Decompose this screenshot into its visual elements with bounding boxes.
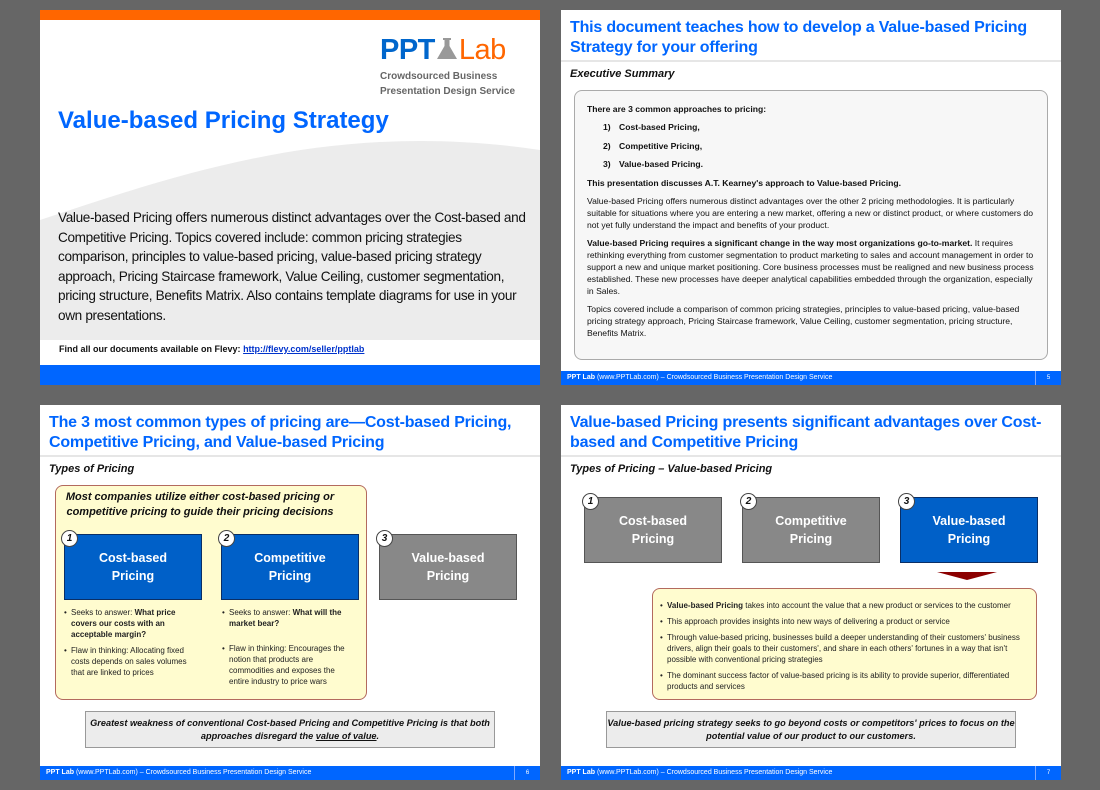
slide-2-executive-summary: This document teaches how to develop a V… (561, 10, 1061, 385)
executive-summary-box: There are 3 common approaches to pricing… (574, 90, 1048, 360)
flevy-note: Find all our documents available on Flev… (59, 344, 365, 354)
flevy-link[interactable]: http://flevy.com/seller/pptlab (243, 344, 364, 354)
approach-item: 2) Competitive Pricing, (603, 140, 703, 151)
approach-item: 3) Value-based Pricing. (603, 159, 704, 169)
slide-title: This document teaches how to develop a V… (570, 19, 1027, 56)
pptlab-logo: PPT Lab (380, 34, 506, 66)
value-based-box: Value-based Pricing (379, 534, 517, 600)
page-number: 5 (1035, 371, 1061, 385)
number-badge: 2 (218, 530, 235, 547)
slide-title: The 3 most common types of pricing are—C… (49, 414, 512, 451)
title-divider (40, 455, 540, 457)
competitive-box: Competitive Pricing (221, 534, 359, 600)
slide-footer: PPT Lab (www.PPTLab.com) – Crowdsourced … (561, 766, 1061, 780)
slide-subtitle: Types of Pricing (49, 463, 135, 475)
box-heading: Most companies utilize either cost-based… (65, 491, 335, 518)
title-divider (561, 455, 1061, 457)
approach-item: 1) Cost-based Pricing, (603, 122, 700, 132)
slide-4-value-based-pricing: Value-based Pricing presents significant… (561, 405, 1061, 780)
slide-footer: PPT Lab (www.PPTLab.com) – Crowdsourced … (40, 766, 540, 780)
orange-top-bar (40, 10, 540, 20)
slide-footer: PPT Lab (www.PPTLab.com) – Crowdsourced … (561, 371, 1061, 385)
number-badge: 1 (61, 530, 78, 547)
number-badge: 3 (376, 530, 393, 547)
cost-based-box: Cost-based Pricing (64, 534, 202, 600)
value-based-bullets: Value-based Pricing takes into account t… (660, 600, 1030, 697)
flask-icon (436, 38, 457, 59)
slide-subtitle: Executive Summary (570, 68, 675, 80)
logo-tagline: Crowdsourced Business Presentation Desig… (380, 71, 516, 97)
weakness-callout: Greatest weakness of conventional Cost-b… (85, 711, 495, 748)
number-badge: 3 (898, 493, 915, 510)
cost-based-bullets: Seeks to answer: What price covers our c… (64, 607, 199, 683)
value-based-callout: Value-based pricing strategy seeks to go… (606, 711, 1016, 748)
down-arrow-icon (937, 572, 997, 580)
blue-bottom-bar (40, 365, 540, 385)
slide-title: Value-based Pricing presents significant… (570, 414, 1042, 451)
number-badge: 1 (582, 493, 599, 510)
competitive-bullets: Seeks to answer: What will the market be… (222, 607, 357, 692)
cost-based-box: Cost-based Pricing (584, 497, 722, 563)
competitive-box: Competitive Pricing (742, 497, 880, 563)
value-based-box: Value-based Pricing (900, 497, 1038, 563)
cover-title: Value-based Pricing Strategy (58, 107, 389, 134)
slide-1-cover: PPT Lab Crowdsourced Business Presentatio… (40, 10, 540, 385)
title-divider (561, 60, 1061, 62)
page-number: 7 (1035, 766, 1061, 780)
number-badge: 2 (740, 493, 757, 510)
slide-3-types-of-pricing: The 3 most common types of pricing are—C… (40, 405, 540, 780)
page-number: 6 (514, 766, 540, 780)
cover-description: Value-based Pricing offers numerous dist… (58, 210, 526, 323)
slide-subtitle: Types of Pricing – Value-based Pricing (570, 463, 773, 475)
